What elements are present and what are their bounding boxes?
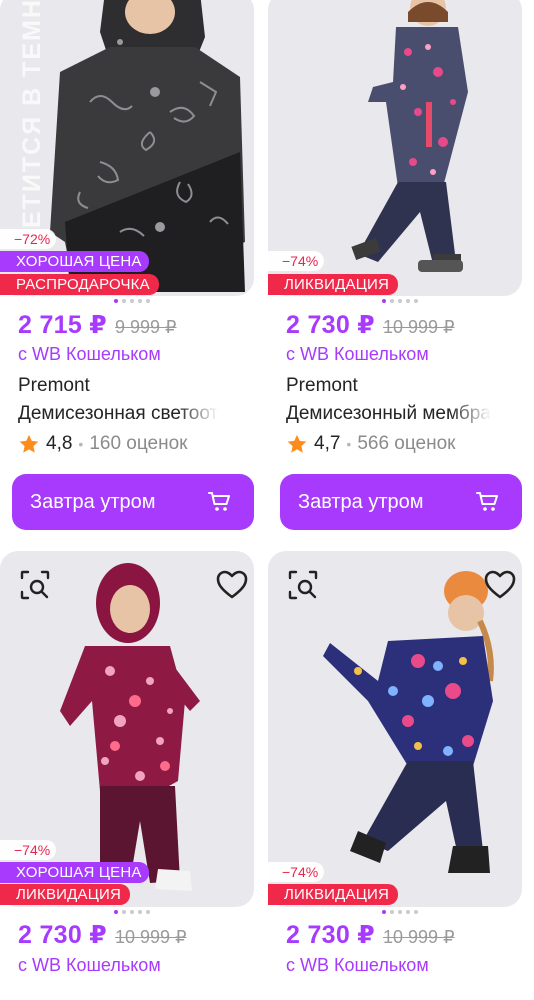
pager-dot: [398, 910, 402, 914]
old-price: 10 999 ₽: [115, 927, 187, 947]
rating-separator: •: [78, 436, 84, 452]
pager-dot: [146, 299, 150, 303]
sale-tag-badge: ЛИКВИДАЦИЯ: [268, 884, 399, 905]
sale-tag-badge: ЛИКВИДАЦИЯ: [0, 884, 131, 905]
old-price: 9 999 ₽: [115, 317, 177, 337]
price-row: 2 730 ₽ 10 999 ₽: [286, 310, 455, 340]
image-pager: [382, 299, 418, 305]
cart-icon: [476, 492, 498, 511]
brand-name[interactable]: Premont: [286, 375, 358, 397]
price: 2 730 ₽: [286, 921, 376, 949]
product-card[interactable]: ЕТИТСЯ В ТЕМНО −72% ХОРОШАЯ ЦЕНА РАСПРОД…: [0, 0, 254, 535]
wallet-note: с WB Кошельком: [18, 955, 161, 975]
search-similar-icon[interactable]: [18, 568, 52, 602]
heart-icon[interactable]: [483, 568, 517, 602]
pager-dot: [390, 299, 394, 303]
product-name[interactable]: Демисезонная светоот: [18, 403, 254, 425]
star-icon: [287, 434, 307, 453]
rating-value: 4,7: [314, 433, 341, 454]
discount-badge: −72%: [0, 229, 57, 249]
brand-name[interactable]: Premont: [18, 375, 90, 397]
product-name-text: Демисезонная светоот: [18, 403, 219, 424]
pager-dot: [130, 299, 134, 303]
pager-dot: [122, 299, 126, 303]
product-card[interactable]: −74% ХОРОШАЯ ЦЕНА ЛИКВИДАЦИЯ 2 730 ₽ 10 …: [0, 551, 254, 1000]
rating: 4,7 • 566 оценок: [286, 433, 455, 455]
good-price-badge: ХОРОШАЯ ЦЕНА: [0, 862, 149, 883]
image-pager: [114, 299, 150, 305]
pager-dot: [146, 910, 150, 914]
rating: 4,8 • 160 оценок: [18, 433, 187, 455]
pager-dot-active: [114, 910, 118, 914]
star-icon: [19, 434, 39, 453]
pager-dot: [398, 299, 402, 303]
image-pager: [114, 910, 150, 916]
old-price: 10 999 ₽: [383, 317, 455, 337]
pager-dot: [406, 910, 410, 914]
delivery-label: Завтра утром: [30, 490, 156, 513]
price: 2 730 ₽: [286, 311, 376, 339]
discount-badge: −74%: [268, 862, 325, 882]
pager-dot: [414, 910, 418, 914]
search-similar-icon[interactable]: [286, 568, 320, 602]
pager-dot: [122, 910, 126, 914]
discount-badge: −74%: [268, 251, 325, 271]
rating-separator: •: [346, 436, 352, 452]
pager-dot: [414, 299, 418, 303]
reviews-count: 160 оценок: [89, 433, 188, 454]
pager-dot-active: [114, 299, 118, 303]
good-price-badge: ХОРОШАЯ ЦЕНА: [0, 251, 149, 272]
pager-dot: [390, 910, 394, 914]
heart-icon[interactable]: [215, 568, 249, 602]
price: 2 715 ₽: [18, 311, 108, 339]
product-photo: [268, 551, 522, 907]
add-to-cart-button[interactable]: Завтра утром: [280, 474, 522, 530]
image-pager: [382, 910, 418, 916]
reviews-count: 566 оценок: [357, 433, 456, 454]
price-row: 2 730 ₽ 10 999 ₽: [286, 920, 455, 950]
wallet-note: с WB Кошельком: [286, 344, 429, 364]
wallet-note: с WB Кошельком: [18, 344, 161, 364]
sale-tag-badge: ЛИКВИДАЦИЯ: [268, 274, 399, 295]
pager-dot: [406, 299, 410, 303]
pager-dot-active: [382, 910, 386, 914]
pager-dot-active: [382, 299, 386, 303]
pager-dot: [138, 299, 142, 303]
price-row: 2 730 ₽ 10 999 ₽: [18, 920, 187, 950]
old-price: 10 999 ₽: [383, 927, 455, 947]
product-name-text: Демисезонный мембра: [286, 403, 491, 424]
sale-tag-badge: РАСПРОДАРОЧКА: [0, 274, 159, 295]
pager-dot: [130, 910, 134, 914]
rating-value: 4,8: [46, 433, 73, 454]
discount-badge: −74%: [0, 840, 57, 860]
wallet-note: с WB Кошельком: [286, 955, 429, 975]
product-image-caption: ЕТИТСЯ В ТЕМНО: [18, 0, 46, 228]
product-image[interactable]: [268, 551, 522, 907]
add-to-cart-button[interactable]: Завтра утром: [12, 474, 254, 530]
delivery-label: Завтра утром: [298, 490, 424, 513]
product-card[interactable]: −74% ЛИКВИДАЦИЯ 2 730 ₽ 10 999 ₽ с WB Ко…: [268, 0, 522, 535]
product-name[interactable]: Демисезонный мембра: [286, 403, 522, 425]
price-row: 2 715 ₽ 9 999 ₽: [18, 310, 177, 340]
product-card[interactable]: −74% ЛИКВИДАЦИЯ 2 730 ₽ 10 999 ₽ с WB Ко…: [268, 551, 522, 1000]
price: 2 730 ₽: [18, 921, 108, 949]
cart-icon: [208, 492, 230, 511]
pager-dot: [138, 910, 142, 914]
